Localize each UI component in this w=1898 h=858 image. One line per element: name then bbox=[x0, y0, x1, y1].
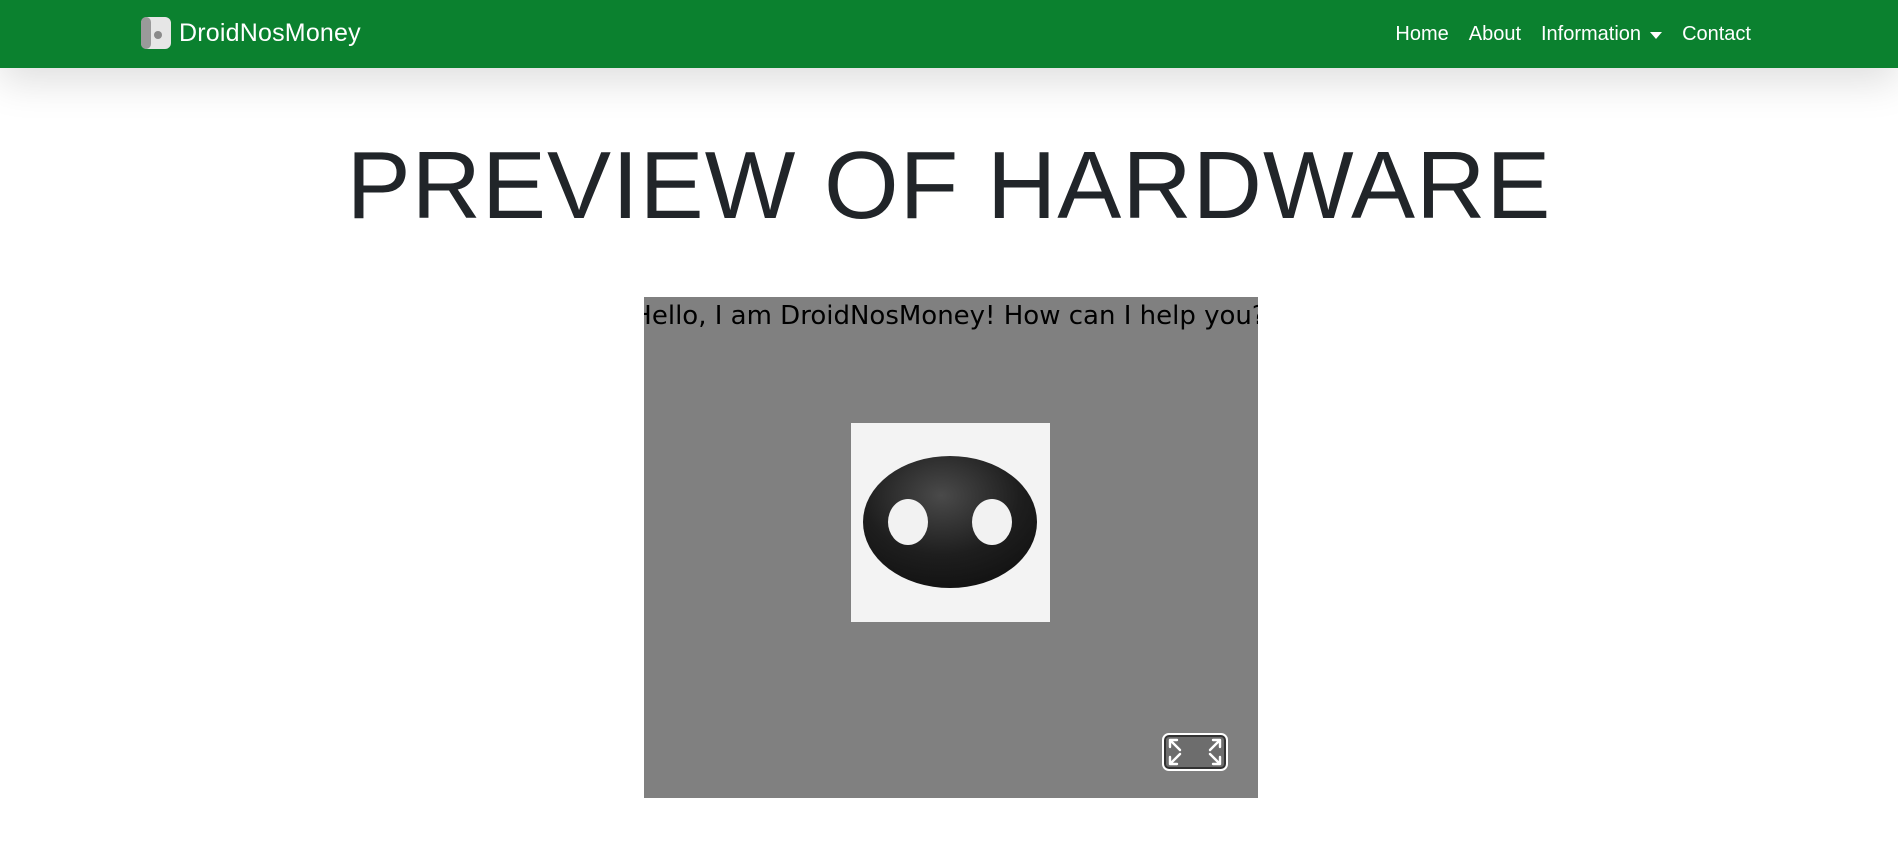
hardware-preview-frame bbox=[644, 297, 1258, 798]
nav-item-about[interactable]: About bbox=[1469, 23, 1521, 46]
robot-face-image bbox=[851, 423, 1050, 622]
navbar: DroidNosMoney Home About Information Con… bbox=[0, 0, 1898, 68]
brand-link[interactable]: DroidNosMoney bbox=[141, 16, 361, 50]
nav-item-label: Information bbox=[1541, 22, 1642, 45]
nav-item-label: About bbox=[1468, 22, 1521, 45]
fullscreen-button[interactable] bbox=[1162, 733, 1228, 771]
nav-item-information-dropdown[interactable]: Information bbox=[1541, 22, 1663, 46]
droid-logo-icon bbox=[141, 17, 171, 49]
chevron-down-icon bbox=[1650, 31, 1663, 39]
page-title: PREVIEW OF HARDWARE bbox=[346, 132, 1552, 239]
brand-name: DroidNosMoney bbox=[179, 18, 361, 47]
nav-item-label: Contact bbox=[1682, 22, 1751, 45]
nav-menu: Home About Information Contact bbox=[1375, 0, 1751, 68]
nav-item-contact[interactable]: Contact bbox=[1682, 23, 1751, 46]
expand-icon bbox=[1168, 738, 1222, 766]
nav-item-home[interactable]: Home bbox=[1395, 23, 1448, 46]
nav-item-label: Home bbox=[1395, 22, 1449, 45]
